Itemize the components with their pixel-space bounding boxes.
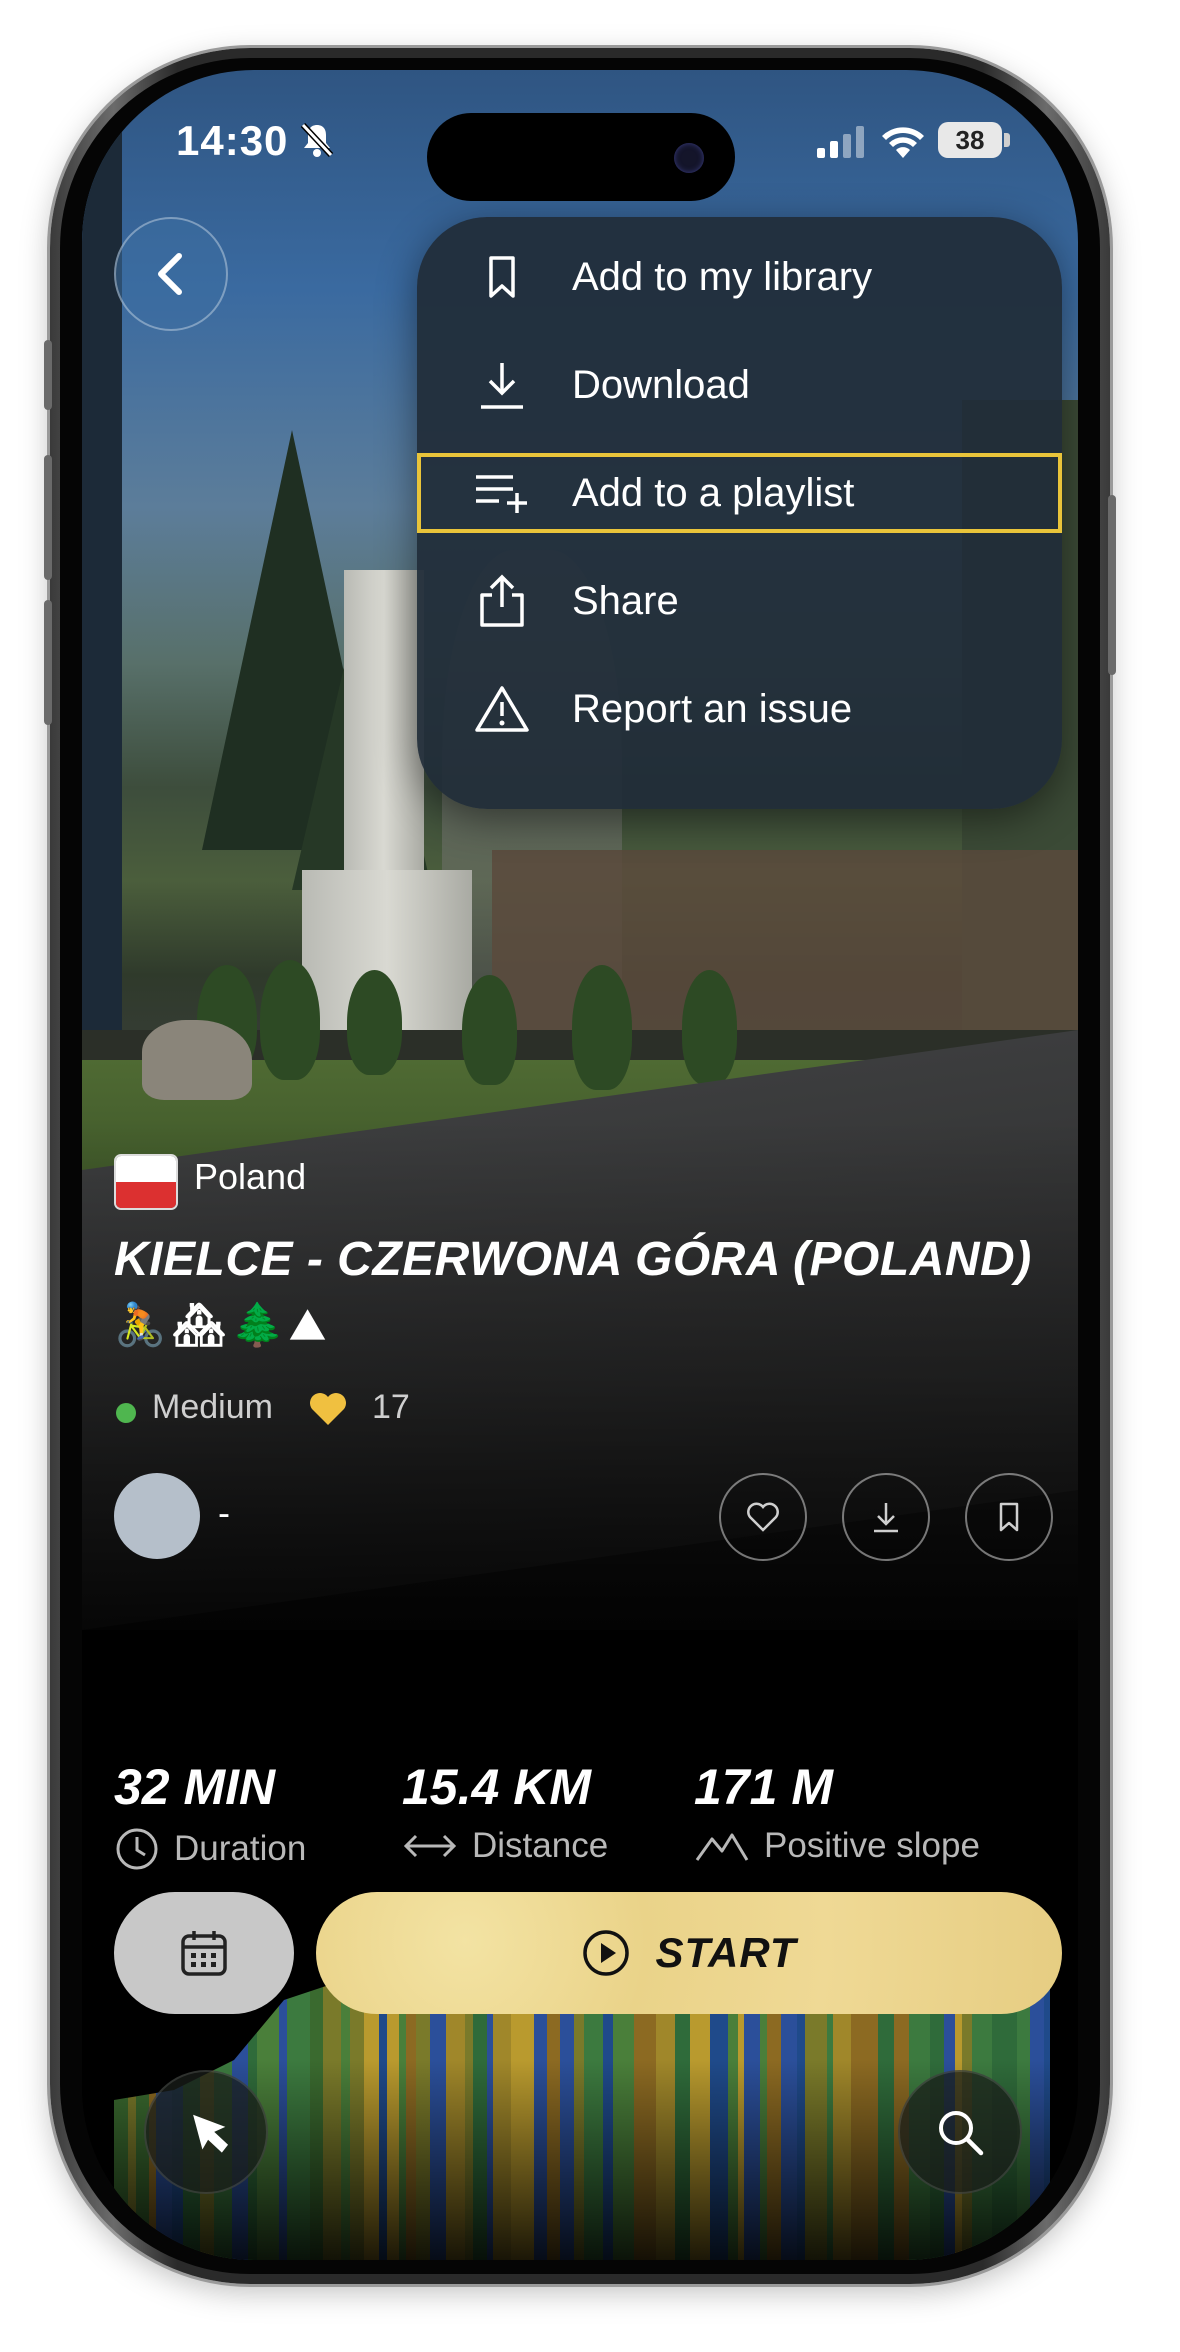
calendar-icon: [181, 1931, 227, 1976]
warning-icon: [467, 684, 537, 734]
stat-slope-label: Positive slope: [764, 1826, 980, 1865]
search-button[interactable]: [898, 2070, 1022, 2194]
clock-icon: [116, 1828, 158, 1870]
menu-item-report-issue[interactable]: Report an issue: [417, 669, 1062, 749]
menu-item-label: Download: [572, 362, 750, 407]
status-time: 14:30: [176, 117, 289, 164]
bush: [260, 960, 320, 1080]
menu-item-add-to-playlist[interactable]: Add to a playlist: [417, 453, 1062, 533]
obelisk: [344, 570, 424, 900]
search-icon: [939, 2111, 984, 2156]
menu-item-download[interactable]: Download: [417, 345, 1062, 425]
menu-item-label: Share: [572, 578, 679, 623]
download-button[interactable]: [842, 1473, 930, 1561]
stat-slope-label-row: Positive slope: [694, 1826, 980, 1866]
stat-slope-value: 171 M: [694, 1759, 833, 1815]
distance-arrows-icon: [403, 1834, 457, 1858]
bush: [682, 970, 737, 1085]
bush: [462, 975, 517, 1085]
stat-distance-label-row: Distance: [402, 1826, 608, 1866]
stat-distance-label: Distance: [472, 1826, 609, 1865]
author-name: -: [218, 1492, 230, 1533]
power-button: [1108, 495, 1116, 675]
stat-duration: 32 MIN Duration: [114, 1758, 306, 1872]
play-circle-icon: [583, 1930, 630, 1976]
rock: [142, 1020, 252, 1100]
back-button[interactable]: [114, 217, 228, 331]
mountain-icon: [695, 1833, 749, 1861]
battery-level: 38: [938, 122, 1002, 158]
menu-item-label: Add to my library: [572, 254, 873, 299]
start-button[interactable]: START: [316, 1892, 1062, 2014]
download-icon: [467, 359, 537, 411]
volume-down-button: [44, 600, 52, 725]
cellular-signal-icon: [817, 126, 867, 163]
share-icon: [467, 573, 537, 629]
route-title: KIELCE - CZERWONA GÓRA (POLAND) 🚴🏘🌲⛰: [114, 1228, 1054, 1357]
stat-duration-label-row: Duration: [114, 1826, 306, 1872]
bookmark-icon: [999, 1502, 1019, 1532]
bookmark-icon: [467, 254, 537, 300]
route-title-text: KIELCE - CZERWONA GÓRA (POLAND): [114, 1233, 1032, 1286]
bush: [572, 965, 632, 1090]
menu-item-label: Add to a playlist: [572, 470, 855, 515]
country-flag-icon: [114, 1154, 178, 1210]
avatar[interactable]: [114, 1473, 200, 1559]
chevron-left-icon: [158, 253, 182, 295]
route-title-emojis: 🚴🏘🌲⛰: [114, 1301, 332, 1348]
menu-item-label: Report an issue: [572, 686, 853, 731]
country-label: Poland: [194, 1156, 307, 1197]
mute-switch: [44, 340, 52, 410]
context-menu: Add to my library Download Add to a play…: [417, 217, 1062, 809]
like-count: 17: [372, 1388, 410, 1426]
home-button[interactable]: [144, 2070, 268, 2194]
like-button[interactable]: [719, 1473, 807, 1561]
menu-item-share[interactable]: Share: [417, 561, 1062, 641]
bush: [347, 970, 402, 1075]
front-camera: [674, 143, 704, 173]
hero-gradient: [82, 1120, 1078, 1640]
menu-item-add-to-library[interactable]: Add to my library: [417, 237, 1062, 317]
bookmark-button[interactable]: [965, 1473, 1053, 1561]
playlist-add-icon: [467, 471, 537, 515]
start-label: START: [655, 1929, 797, 1976]
app-logo-icon: [193, 2114, 229, 2153]
stat-distance: 15.4 KM Distance: [402, 1758, 608, 1866]
battery-tip: [1004, 133, 1010, 147]
stat-duration-value: 32 MIN: [114, 1759, 276, 1815]
silent-mode-icon: [300, 122, 334, 163]
difficulty-label: Medium: [152, 1388, 273, 1426]
wifi-icon: [880, 124, 926, 163]
stat-slope: 171 M Positive slope: [694, 1758, 980, 1866]
app-screen: 14:30 38 Poland KIELCE - CZERWONA GÓRA (…: [82, 70, 1078, 2260]
volume-up-button: [44, 455, 52, 580]
stat-duration-label: Duration: [174, 1829, 307, 1868]
difficulty-indicator: [116, 1403, 136, 1423]
heart-outline-icon: [747, 1502, 779, 1532]
download-icon: [874, 1503, 898, 1533]
heart-icon: [308, 1391, 348, 1432]
stat-distance-value: 15.4 KM: [402, 1759, 591, 1815]
schedule-button[interactable]: [114, 1892, 294, 2014]
